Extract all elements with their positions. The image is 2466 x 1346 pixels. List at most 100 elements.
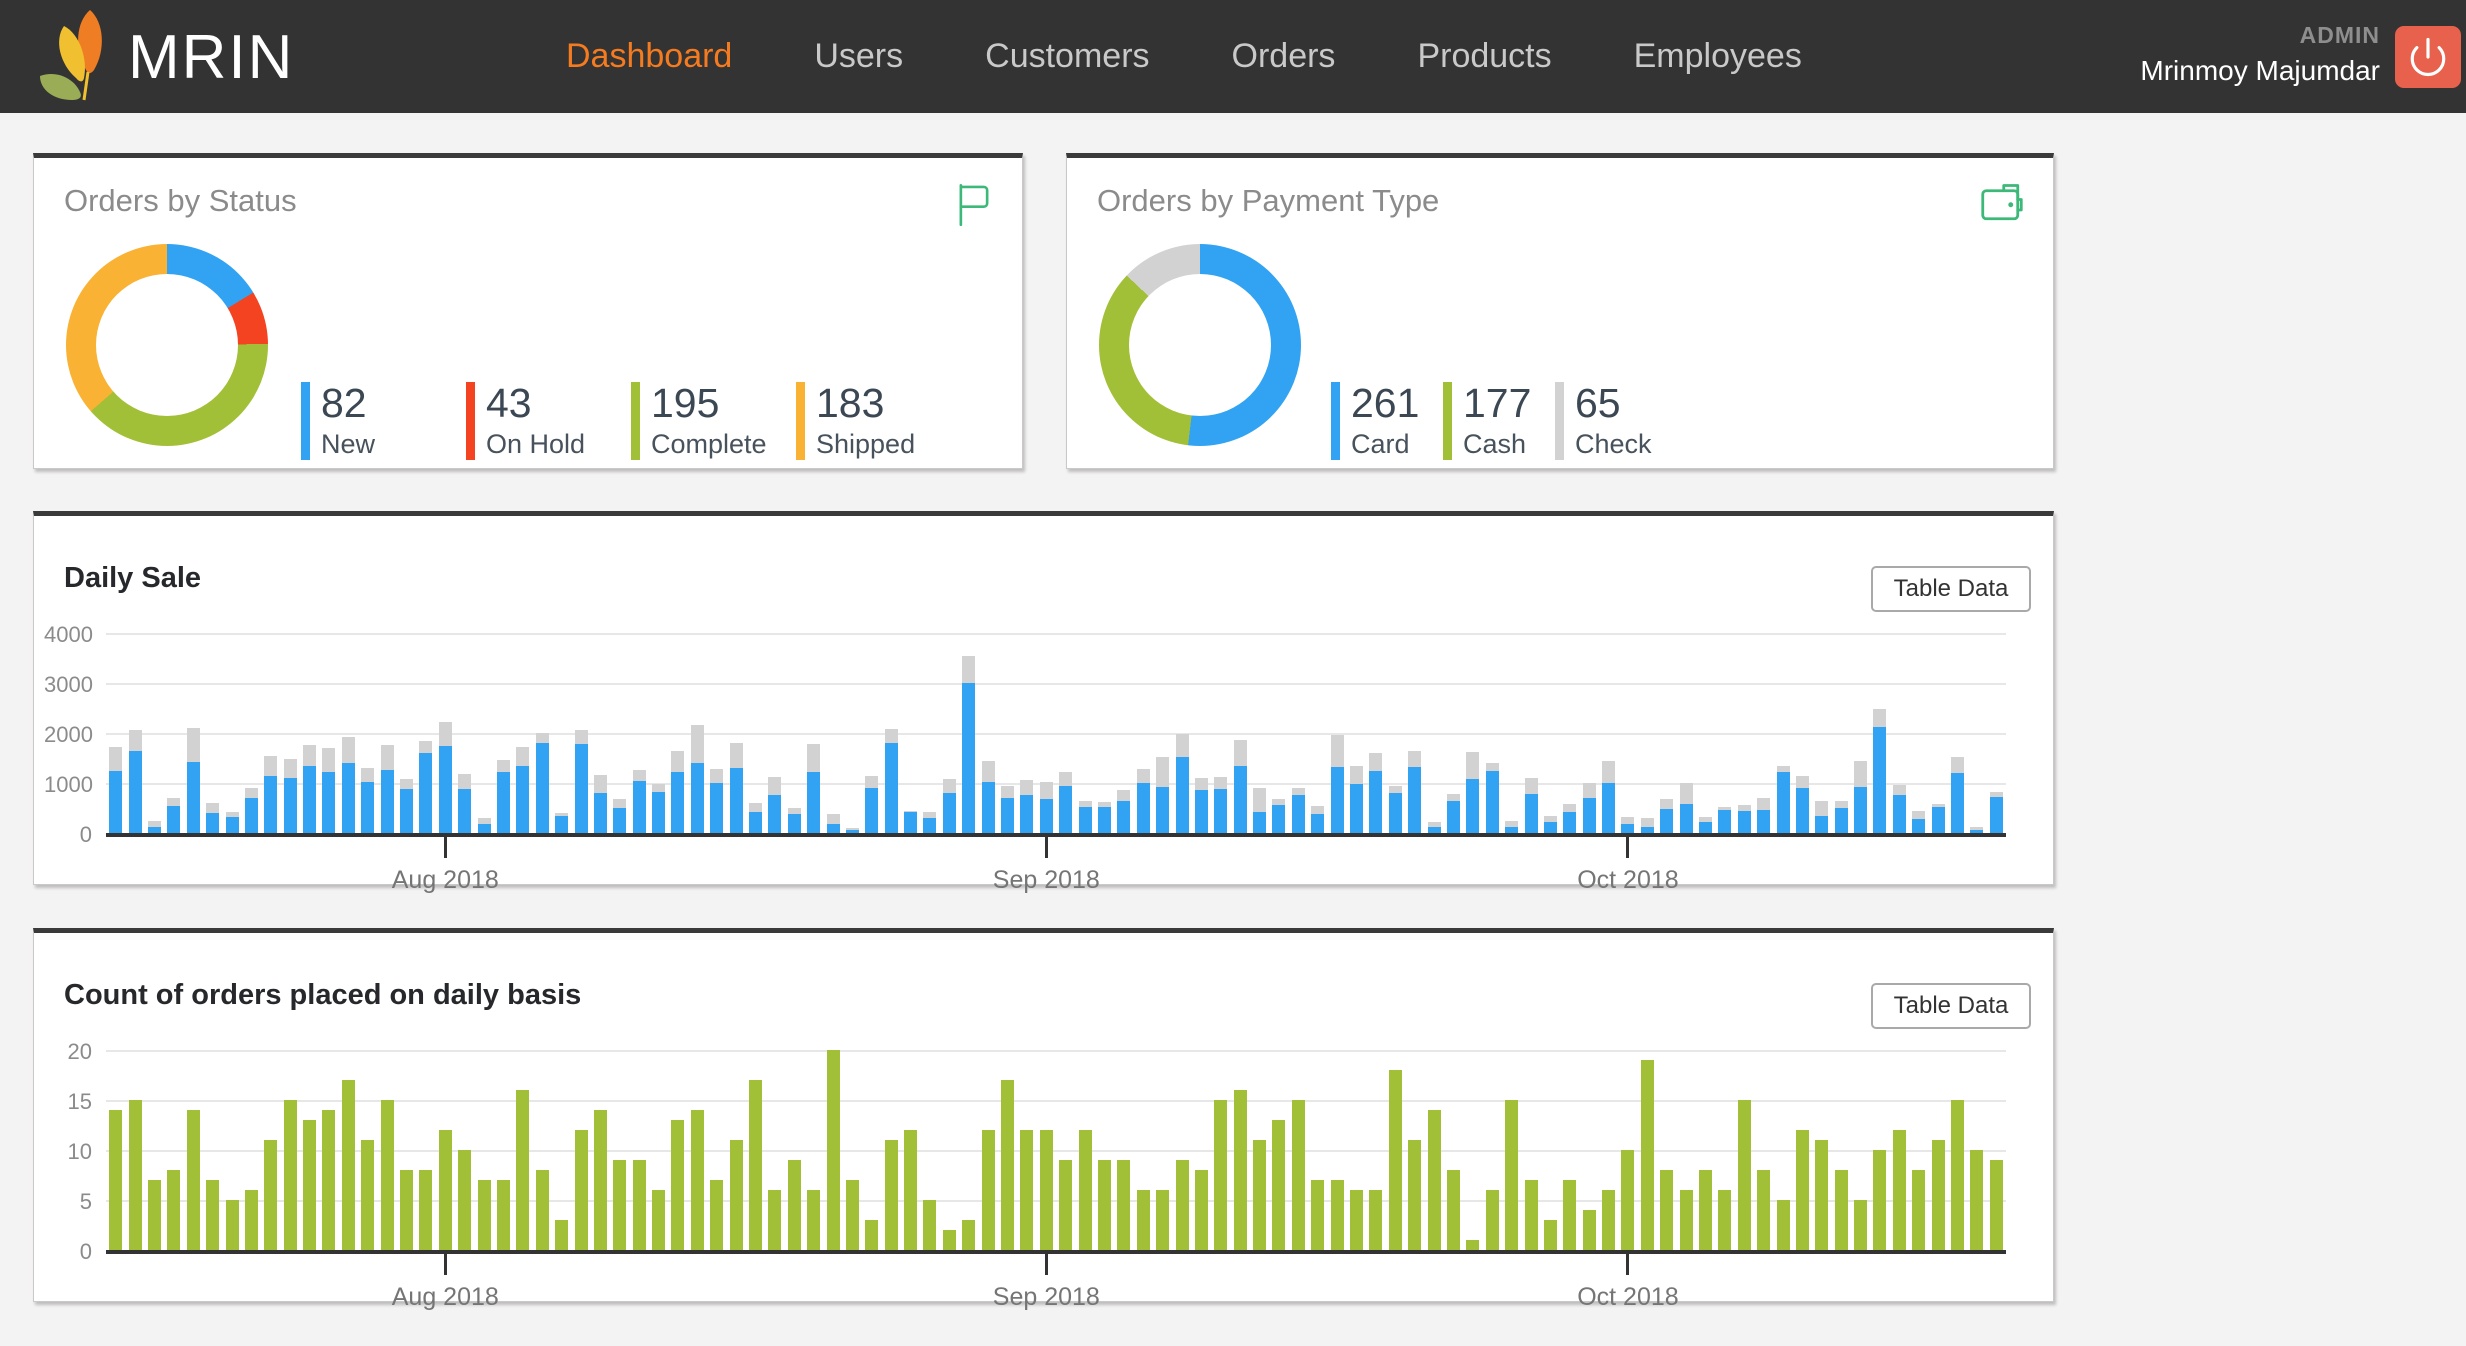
bar [1990,792,2003,833]
bar-segment [982,1130,995,1250]
nav-item-customers[interactable]: Customers [985,37,1149,76]
bar-segment [730,1140,743,1250]
bar [1447,794,1460,833]
bar [1214,1100,1227,1250]
bar-segment [1234,1090,1247,1250]
nav-item-users[interactable]: Users [814,37,903,76]
orders-by-payment-donut-chart [1099,244,1301,446]
legend-item-new[interactable]: 82New [301,382,466,460]
bar-segment-primary [1563,812,1576,834]
bar-segment [1738,1100,1751,1250]
bar [1854,761,1867,833]
legend-label: Card [1351,429,1419,460]
bar-segment-primary [381,770,394,834]
bar-segment-primary [129,751,142,834]
nav-item-products[interactable]: Products [1417,37,1551,76]
bar [671,1120,684,1250]
bar [962,656,975,834]
bar-segment [381,1100,394,1250]
bar [264,1140,277,1250]
bar [1970,1150,1983,1250]
bar [1389,786,1402,834]
bar-segment [264,1140,277,1250]
bar [1815,1140,1828,1250]
legend-color-bar [466,382,475,460]
legend-label: On Hold [486,429,585,460]
logo[interactable]: MRIN [34,8,294,106]
legend-color-bar [1331,382,1340,460]
bar [633,770,646,834]
bar-segment [1544,1220,1557,1250]
bar-segment-primary [1311,814,1324,834]
legend-color-bar [301,382,310,460]
bar [1738,805,1751,833]
x-tick-label: Sep 2018 [966,866,1126,895]
bar [575,730,588,833]
nav-menu: Dashboard Users Customers Orders Products Emp… [566,0,1802,113]
bar-segment [1718,1190,1731,1250]
legend-item-on-hold[interactable]: 43On Hold [466,382,631,460]
bar-segment-primary [1117,801,1130,834]
nav-item-dashboard[interactable]: Dashboard [566,37,732,76]
bar [652,1190,665,1250]
bar [1040,1130,1053,1250]
legend-label: Cash [1463,429,1531,460]
bar-segment-secondary [691,725,704,763]
bar [1350,766,1363,834]
gridline [106,733,2006,735]
legend-item-complete[interactable]: 195Complete [631,382,796,460]
bar-segment [1525,1180,1538,1250]
bar [768,777,781,834]
daily-sale-table-data-button[interactable]: Table Data [1871,566,2031,612]
order-count-table-data-button[interactable]: Table Data [1871,983,2031,1029]
bar [148,1180,161,1250]
bar-segment [1408,1140,1421,1250]
bar-segment-secondary [361,768,374,783]
bar [516,1090,529,1250]
bar [1117,1160,1130,1250]
bar [1835,801,1848,833]
legend-item-card[interactable]: 261Card [1331,382,1443,460]
nav-item-employees[interactable]: Employees [1634,37,1802,76]
bar-segment-primary [671,772,684,833]
bar-segment-primary [768,795,781,833]
bar [788,1160,801,1250]
bar [982,761,995,833]
bar-segment [1777,1200,1790,1250]
card-title: Count of orders placed on daily basis [64,979,581,1012]
bar [1835,1170,1848,1250]
bar-segment [148,1180,161,1250]
legend-item-shipped[interactable]: 183Shipped [796,382,961,460]
legend-item-cash[interactable]: 177Cash [1443,382,1555,460]
bar-segment-primary [1796,788,1809,833]
x-tick-mark [1626,834,1629,858]
bar [923,812,936,833]
bar [1137,769,1150,834]
bar-segment [555,1220,568,1250]
nav-item-orders[interactable]: Orders [1232,37,1336,76]
bar-segment [516,1090,529,1250]
bar-segment [1951,1100,1964,1250]
bar-segment-secondary [1680,783,1693,805]
bar [885,729,898,834]
bar-segment-secondary [1176,734,1189,757]
bar-segment-primary [730,768,743,833]
bar [322,748,335,834]
bar [1912,1170,1925,1250]
legend-label: Shipped [816,429,915,460]
legend-item-check[interactable]: 65Check [1555,382,1667,460]
bar-segment-primary [1272,805,1285,833]
bar [1117,790,1130,834]
bar [1272,799,1285,833]
bar [1680,783,1693,834]
bar-segment-secondary [1641,818,1654,827]
donut-hole [96,274,238,416]
bar [1466,752,1479,833]
bar [749,1080,762,1250]
bar-segment [1680,1190,1693,1250]
gridline [106,633,2006,635]
bar-segment-secondary [1563,804,1576,812]
logout-button[interactable] [2395,26,2461,88]
bar [594,775,607,833]
legend-text: 183Shipped [816,382,915,460]
